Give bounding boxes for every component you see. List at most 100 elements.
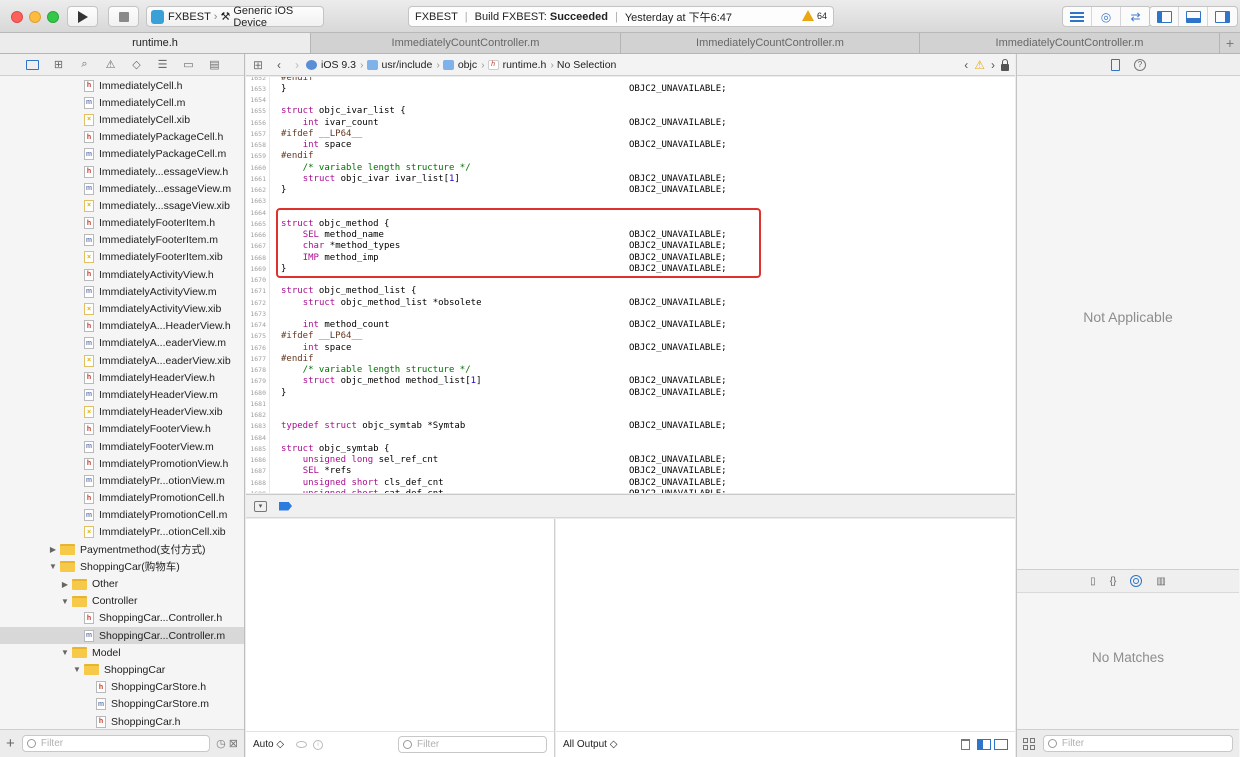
version-editor-icon[interactable]: ⇄	[1121, 7, 1150, 26]
warning-icon[interactable]: ⚠	[974, 58, 985, 72]
file-row[interactable]: × ImmdiatelyActivityView.xib	[0, 300, 244, 317]
file-row[interactable]: m ImmediatelyCell.m	[0, 94, 244, 111]
tab-immediately-count-3[interactable]: ImmediatelyCountController.m	[920, 33, 1220, 53]
disclosure-open-icon[interactable]: ▼	[72, 665, 82, 674]
navigator-toggle-icon[interactable]	[1150, 7, 1179, 26]
add-tab-button[interactable]: +	[1220, 33, 1240, 53]
file-row[interactable]: m ImmdiatelyPromotionCell.m	[0, 507, 244, 524]
find-navigator-icon[interactable]: ⌕	[76, 58, 93, 71]
file-row[interactable]: m Immediately...essageView.m	[0, 180, 244, 197]
file-row[interactable]: h ImmdiatelyPromotionCell.h	[0, 490, 244, 507]
library-filter-input[interactable]: Filter	[1042, 735, 1233, 752]
hide-debug-area-icon[interactable]: ▾	[254, 500, 267, 512]
file-row[interactable]: m ImmdiatelyHeaderView.m	[0, 386, 244, 403]
breadcrumb-runtime-h[interactable]: h runtime.h ›	[487, 59, 554, 71]
warnings-indicator[interactable]: 64	[801, 10, 827, 21]
source-editor[interactable]: 1652 #endif 1653} OBJC2_UNAVAILABLE; 1654 165…	[246, 77, 1015, 493]
disclosure-closed-icon[interactable]: ▶	[48, 545, 58, 554]
code-snippet-library-icon[interactable]: {}	[1110, 576, 1117, 587]
folder-row[interactable]: ▶ Other	[0, 575, 244, 592]
tab-immediately-count-1[interactable]: ImmediatelyCountController.m	[311, 33, 621, 53]
variables-scope-selector[interactable]: Auto ◇	[253, 739, 284, 750]
tab-immediately-count-2[interactable]: ImmediatelyCountController.m	[621, 33, 920, 53]
print-description-icon[interactable]: i	[313, 739, 324, 750]
file-row[interactable]: m ImmdiatelyFooterView.m	[0, 438, 244, 455]
minimize-window-button[interactable]	[29, 11, 41, 23]
folder-row[interactable]: ▼ ShoppingCar	[0, 661, 244, 678]
source-control-filter-icon[interactable]: ⊠	[229, 737, 238, 750]
file-row[interactable]: h ShoppingCar.h	[0, 713, 244, 729]
file-row[interactable]: h ImmdiatelyPromotionView.h	[0, 455, 244, 472]
add-file-icon[interactable]: +	[6, 735, 22, 752]
symbol-navigator-icon[interactable]: ⊞	[50, 58, 67, 71]
file-row[interactable]: h ImmdiatelyFooterView.h	[0, 421, 244, 438]
utilities-toggle-icon[interactable]	[1208, 7, 1237, 26]
close-window-button[interactable]	[11, 11, 23, 23]
breadcrumb-objc[interactable]: objc ›	[442, 59, 485, 71]
folder-row[interactable]: ▼ ShoppingCar(购物车)	[0, 558, 244, 575]
object-library-icon[interactable]	[1130, 575, 1143, 587]
file-row[interactable]: m ShoppingCarStore.m	[0, 696, 244, 713]
file-row[interactable]: h ImmdiatelyActivityView.h	[0, 266, 244, 283]
disclosure-closed-icon[interactable]: ▶	[60, 580, 70, 589]
show-console-icon[interactable]	[994, 739, 1008, 750]
file-row[interactable]: × ImmdiatelyPr...otionCell.xib	[0, 524, 244, 541]
run-button[interactable]	[67, 6, 98, 27]
file-row[interactable]: × Immediately...ssageView.xib	[0, 197, 244, 214]
recent-files-icon[interactable]: ◷	[216, 737, 226, 750]
folder-row[interactable]: ▶ Paymentmethod(支付方式)	[0, 541, 244, 558]
standard-editor-icon[interactable]	[1063, 7, 1092, 26]
tab-runtime-h[interactable]: runtime.h	[0, 33, 311, 53]
file-inspector-icon[interactable]	[1111, 58, 1120, 71]
file-row[interactable]: m ImmdiatelyActivityView.m	[0, 283, 244, 300]
folder-row[interactable]: ▼ Controller	[0, 593, 244, 610]
file-row[interactable]: m ImmediatelyPackageCell.m	[0, 146, 244, 163]
breakpoint-navigator-icon[interactable]: ▭	[180, 58, 197, 71]
file-row[interactable]: h ImmediatelyPackageCell.h	[0, 129, 244, 146]
quick-help-icon[interactable]: ?	[1134, 58, 1146, 71]
assistant-editor-icon[interactable]: ◎	[1092, 7, 1121, 26]
breadcrumb-sdk[interactable]: iOS 9.3 ›	[306, 59, 364, 71]
debug-toggle-icon[interactable]	[1179, 7, 1208, 26]
trash-icon[interactable]	[961, 739, 970, 750]
related-items-icon[interactable]: ⊞	[246, 58, 270, 72]
file-row[interactable]: m ShoppingCar...Controller.m	[0, 627, 244, 645]
back-arrow-icon[interactable]: ‹	[270, 58, 288, 72]
console-output-selector[interactable]: All Output ◇	[563, 739, 617, 750]
file-row[interactable]: × ImmdiatelyA...eaderView.xib	[0, 352, 244, 369]
folder-row[interactable]: ▼ Model	[0, 644, 244, 661]
file-template-library-icon[interactable]: ▯	[1090, 576, 1096, 587]
file-row[interactable]: h ShoppingCar...Controller.h	[0, 610, 244, 627]
debug-navigator-icon[interactable]: ☰	[154, 58, 171, 71]
stop-button[interactable]	[108, 6, 139, 27]
disclosure-open-icon[interactable]: ▼	[60, 648, 70, 657]
media-library-icon[interactable]: ▥	[1156, 576, 1165, 587]
breakpoints-toggle-icon[interactable]	[279, 501, 292, 511]
project-navigator-icon[interactable]	[24, 59, 41, 70]
zoom-window-button[interactable]	[47, 11, 59, 23]
file-row[interactable]: × ImmediatelyFooterItem.xib	[0, 249, 244, 266]
file-row[interactable]: h ShoppingCarStore.h	[0, 679, 244, 696]
file-row[interactable]: m ImmdiatelyA...eaderView.m	[0, 335, 244, 352]
file-row[interactable]: h ImmediatelyCell.h	[0, 77, 244, 94]
file-row[interactable]: h ImmediatelyFooterItem.h	[0, 215, 244, 232]
lock-icon[interactable]	[1001, 58, 1009, 71]
disclosure-open-icon[interactable]: ▼	[48, 562, 58, 571]
scheme-selector[interactable]: FXBEST › ⚒ Generic iOS Device	[146, 5, 324, 29]
file-row[interactable]: × ImmediatelyCell.xib	[0, 111, 244, 128]
previous-issue-icon[interactable]: ‹	[964, 58, 968, 72]
file-row[interactable]: m ImmdiatelyPr...otionView.m	[0, 472, 244, 489]
file-row[interactable]: h ImmdiatelyA...HeaderView.h	[0, 318, 244, 335]
breadcrumb-selection[interactable]: No Selection	[557, 59, 617, 71]
file-row[interactable]: h Immediately...essageView.h	[0, 163, 244, 180]
quick-look-icon[interactable]	[296, 741, 308, 748]
next-issue-icon[interactable]: ›	[991, 58, 995, 72]
file-row[interactable]: m ImmediatelyFooterItem.m	[0, 232, 244, 249]
file-row[interactable]: × ImmdiatelyHeaderView.xib	[0, 404, 244, 421]
report-navigator-icon[interactable]: ▤	[206, 58, 223, 71]
issue-navigator-icon[interactable]: ⚠	[102, 58, 119, 71]
grid-view-icon[interactable]	[1023, 737, 1035, 750]
console-view[interactable]: All Output ◇	[556, 519, 1015, 757]
breadcrumb-usr-include[interactable]: usr/include ›	[366, 59, 440, 71]
disclosure-open-icon[interactable]: ▼	[60, 597, 70, 606]
